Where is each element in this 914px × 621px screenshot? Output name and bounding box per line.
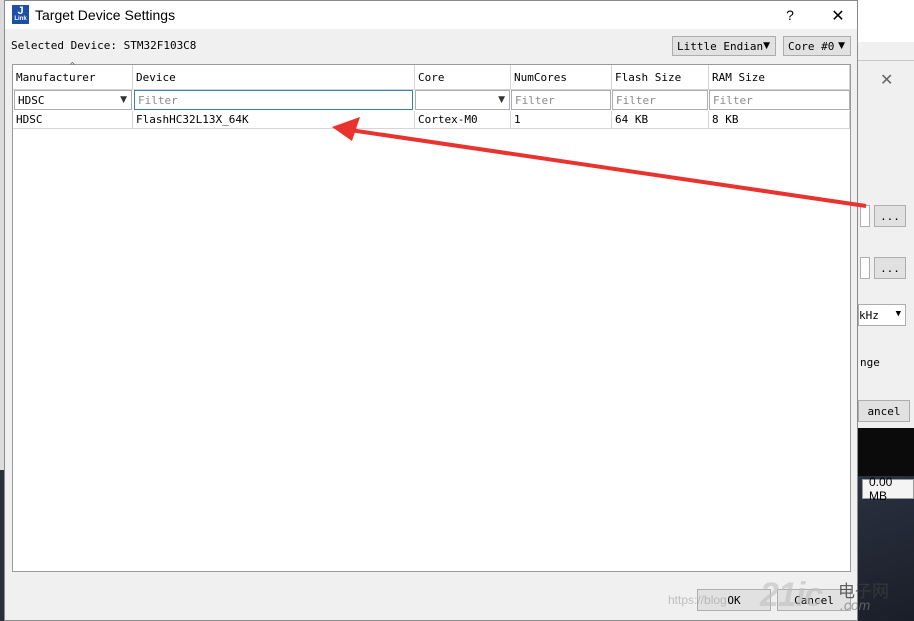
cell-flash-size: 64 KB: [612, 111, 709, 129]
target-device-settings-dialog: J Link Target Device Settings ? ✕ Select…: [4, 0, 858, 621]
background-window: [858, 60, 914, 431]
column-header-device[interactable]: Device: [133, 65, 415, 90]
manufacturer-filter-value: HDSC: [18, 93, 45, 107]
chevron-down-icon: ▼: [838, 41, 845, 51]
background-browse-button-1[interactable]: ...: [874, 205, 906, 227]
background-speed-value: kHz: [859, 308, 879, 322]
table-row[interactable]: HDSC FlashHC32L13X_64K Cortex-M0 1 64 KB…: [13, 111, 850, 129]
column-header-numcores[interactable]: NumCores: [511, 65, 612, 90]
background-speed-select[interactable]: kHz ▼: [858, 304, 906, 326]
sort-ascending-icon: ^: [69, 61, 76, 70]
help-button[interactable]: ?: [775, 3, 805, 27]
background-field-2[interactable]: [860, 257, 870, 279]
chevron-down-icon: ▼: [895, 309, 901, 319]
cell-core: Cortex-M0: [415, 111, 511, 129]
app-icon-sublabel: Link: [14, 16, 27, 22]
background-cancel-button[interactable]: ancel: [858, 400, 910, 422]
background-close-icon[interactable]: ✕: [880, 70, 893, 89]
core-select[interactable]: Core #0 ▼: [783, 36, 851, 56]
manufacturer-filter-select[interactable]: HDSC ▼: [14, 90, 132, 110]
chevron-down-icon: ▼: [498, 95, 505, 105]
cell-numcores: 1: [511, 111, 612, 129]
cell-device: FlashHC32L13X_64K: [133, 111, 415, 129]
cell-ram-size: 8 KB: [709, 111, 850, 129]
background-browse-button-2[interactable]: ...: [874, 257, 906, 279]
column-header-label: Manufacturer: [16, 70, 96, 84]
background-right-top: [858, 0, 914, 42]
device-filter-input[interactable]: Filter: [134, 90, 413, 110]
watermark-com: .com: [840, 597, 871, 613]
watermark-logo: 21ic: [760, 576, 823, 614]
flash-filter-input[interactable]: Filter: [612, 90, 708, 110]
column-header-flash-size[interactable]: Flash Size: [612, 65, 709, 90]
chevron-down-icon: ▼: [763, 41, 770, 51]
filter-row: HDSC ▼ Filter ▼ Filter Filter Filter: [13, 90, 850, 110]
core-select-value: Core #0: [788, 39, 835, 53]
selected-device-label: Selected Device: STM32F103C8: [11, 39, 197, 52]
title-bar[interactable]: J Link Target Device Settings ? ✕: [5, 1, 857, 29]
core-filter-select[interactable]: ▼: [415, 90, 510, 110]
background-field-1[interactable]: [860, 205, 870, 227]
endian-select-value: Little Endian: [677, 39, 764, 53]
device-table: ^ Manufacturer Device Core NumCores Flas…: [12, 61, 851, 572]
column-header-manufacturer[interactable]: ^ Manufacturer: [13, 61, 133, 90]
app-icon-label: J: [17, 5, 24, 17]
ram-filter-input[interactable]: Filter: [709, 90, 850, 110]
background-dark-band: [858, 428, 914, 476]
cell-manufacturer: HDSC: [13, 111, 133, 129]
window-title: Target Device Settings: [35, 7, 176, 23]
endian-select[interactable]: Little Endian ▼: [672, 36, 776, 56]
background-size-field: 0.00 MB: [862, 475, 914, 503]
close-icon[interactable]: ✕: [821, 3, 855, 27]
column-header-ram-size[interactable]: RAM Size: [709, 65, 850, 90]
chevron-down-icon: ▼: [120, 95, 127, 105]
watermark-url: https://blog.: [668, 593, 731, 607]
column-header-core[interactable]: Core: [415, 65, 511, 90]
background-range-text: nge: [860, 356, 880, 369]
jlink-app-icon: J Link: [12, 5, 29, 24]
numcores-filter-input[interactable]: Filter: [511, 90, 611, 110]
